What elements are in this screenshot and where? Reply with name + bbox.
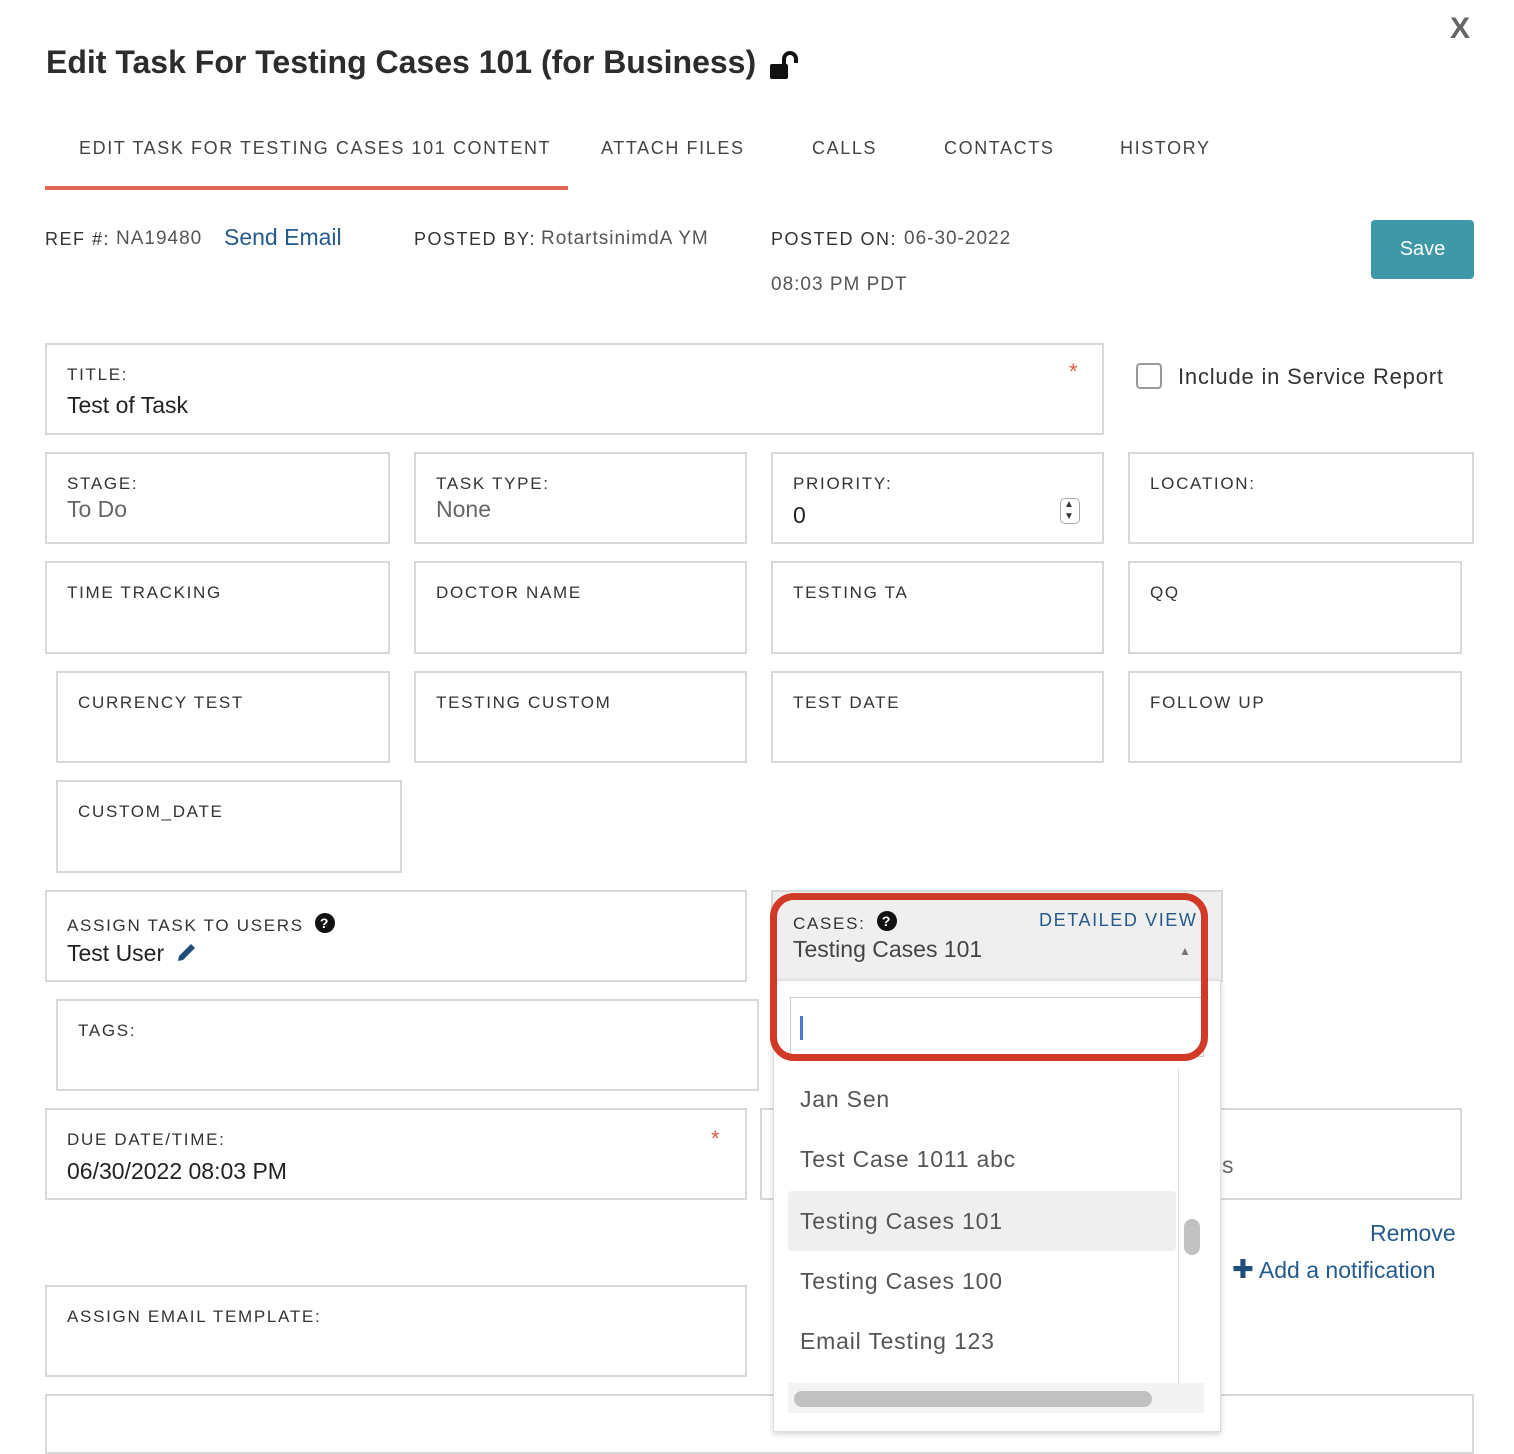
text-cursor [800, 1016, 803, 1040]
unlock-icon[interactable] [768, 50, 802, 82]
cases-dropdown: Jan Sen Test Case 1011 abc Testing Cases… [773, 980, 1221, 1432]
time-tracking-label: TIME TRACKING [67, 583, 222, 602]
tab-history[interactable]: HISTORY [1120, 138, 1211, 159]
testing-custom-field[interactable]: TESTING CUSTOM [414, 671, 747, 763]
plus-icon: ✚ [1232, 1254, 1254, 1284]
time-tracking-field[interactable]: TIME TRACKING [45, 561, 390, 654]
posted-on-label: POSTED ON: [771, 229, 898, 249]
case-option[interactable]: Email Testing 123 [788, 1311, 1176, 1371]
case-option[interactable]: Testing Cases 100 [788, 1251, 1176, 1311]
covered-field-text: s [1222, 1152, 1234, 1178]
posted-on-date: 06-30-2022 [904, 228, 1012, 249]
stepper-up-icon[interactable]: ▲ [1064, 500, 1074, 510]
doctor-name-field[interactable]: DOCTOR NAME [414, 561, 747, 654]
svg-text:?: ? [882, 913, 892, 929]
testing-ta-label: TESTING TA [793, 583, 909, 602]
follow-up-field[interactable]: FOLLOW UP [1128, 671, 1462, 763]
stage-label: STAGE: [67, 474, 139, 493]
save-button[interactable]: Save [1371, 220, 1474, 279]
location-field[interactable]: LOCATION: [1128, 452, 1474, 544]
dialog-title: Edit Task For Testing Cases 101 (for Bus… [46, 44, 757, 80]
tab-attach-files[interactable]: ATTACH FILES [601, 138, 745, 159]
cases-label-wrap: CASES: ? [793, 910, 898, 934]
qq-label: QQ [1150, 583, 1180, 602]
email-template-label: ASSIGN EMAIL TEMPLATE: [67, 1307, 322, 1326]
horizontal-scrollbar[interactable] [788, 1383, 1204, 1413]
svg-text:?: ? [320, 915, 330, 931]
remove-link[interactable]: Remove [1370, 1220, 1456, 1247]
horizontal-scrollbar-thumb[interactable] [794, 1391, 1152, 1407]
detailed-view-link[interactable]: DETAILED VIEW [1039, 910, 1198, 931]
currency-test-label: CURRENCY TEST [78, 693, 244, 712]
due-date-label: DUE DATE/TIME: [67, 1130, 226, 1149]
assign-users-field[interactable]: ASSIGN TASK TO USERS ? Test User [45, 890, 747, 982]
pencil-icon[interactable] [175, 940, 199, 964]
custom-date-field[interactable]: CUSTOM_DATE [56, 780, 402, 873]
custom-date-label: CUSTOM_DATE [78, 802, 224, 821]
title-label: TITLE: [67, 365, 129, 384]
testing-custom-label: TESTING CUSTOM [436, 693, 612, 712]
test-date-label: TEST DATE [793, 693, 901, 712]
required-mark: * [711, 1126, 720, 1151]
case-option[interactable]: Jan Sen [788, 1069, 1176, 1129]
cases-value[interactable]: Testing Cases 101 [793, 936, 982, 963]
ref-value: NA19480 [116, 228, 203, 249]
test-date-field[interactable]: TEST DATE [771, 671, 1104, 763]
task-type-field[interactable]: TASK TYPE: None [414, 452, 747, 544]
posted-by-label: POSTED BY: [414, 229, 537, 249]
add-notification-label[interactable]: Add a notification [1259, 1257, 1435, 1283]
caret-up-icon[interactable]: ▲ [1179, 944, 1191, 958]
cases-search-input[interactable] [790, 997, 1204, 1057]
testing-ta-field[interactable]: TESTING TA [771, 561, 1104, 654]
cases-field[interactable]: CASES: ? DETAILED VIEW Testing Cases 101… [771, 890, 1223, 982]
ref-label: REF #: [45, 229, 111, 249]
posted-by-value: RotartsinimdA YM [541, 228, 709, 249]
task-type-value[interactable]: None [436, 496, 491, 523]
posted-on-time: 08:03 PM PDT [771, 274, 908, 295]
active-tab-indicator [45, 186, 568, 190]
case-option-selected[interactable]: Testing Cases 101 [788, 1191, 1176, 1251]
include-report-label[interactable]: Include in Service Report [1178, 364, 1444, 390]
cases-option-list: Jan Sen Test Case 1011 abc Testing Cases… [788, 1069, 1179, 1383]
assign-users-label-wrap: ASSIGN TASK TO USERS ? [67, 912, 336, 936]
priority-stepper[interactable]: ▲ ▼ [1060, 498, 1080, 524]
title-value[interactable]: Test of Task [67, 392, 188, 419]
vertical-scrollbar-thumb[interactable] [1184, 1219, 1200, 1255]
tab-contacts[interactable]: CONTACTS [944, 138, 1054, 159]
follow-up-label: FOLLOW UP [1150, 693, 1266, 712]
help-icon[interactable]: ? [314, 912, 336, 934]
doctor-name-label: DOCTOR NAME [436, 583, 582, 602]
qq-field[interactable]: QQ [1128, 561, 1462, 654]
priority-label: PRIORITY: [793, 474, 893, 493]
tags-field[interactable]: TAGS: [56, 999, 759, 1091]
assign-users-label: ASSIGN TASK TO USERS [67, 916, 304, 935]
next-field[interactable] [45, 1394, 1474, 1454]
due-date-field[interactable]: DUE DATE/TIME: 06/30/2022 08:03 PM * [45, 1108, 747, 1200]
currency-test-field[interactable]: CURRENCY TEST [56, 671, 390, 763]
help-icon[interactable]: ? [876, 910, 898, 932]
assigned-user[interactable]: Test User [67, 940, 164, 966]
email-template-field[interactable]: ASSIGN EMAIL TEMPLATE: [45, 1285, 747, 1377]
priority-value[interactable]: 0 [793, 502, 806, 529]
tags-label: TAGS: [78, 1021, 137, 1040]
case-option[interactable]: Test Case 1011 abc [788, 1129, 1176, 1189]
tab-content[interactable]: EDIT TASK FOR TESTING CASES 101 CONTENT [79, 138, 551, 159]
location-label: LOCATION: [1150, 474, 1256, 493]
add-notification-link[interactable]: ✚ Add a notification [1232, 1254, 1435, 1285]
assign-users-value-wrap: Test User [67, 940, 199, 967]
task-type-label: TASK TYPE: [436, 474, 550, 493]
stepper-down-icon[interactable]: ▼ [1064, 512, 1074, 522]
stage-field[interactable]: STAGE: To Do [45, 452, 390, 544]
due-date-value[interactable]: 06/30/2022 08:03 PM [67, 1158, 287, 1185]
title-field[interactable]: TITLE: Test of Task * [45, 343, 1104, 435]
cases-label: CASES: [793, 914, 866, 933]
stage-value[interactable]: To Do [67, 496, 127, 523]
close-button[interactable]: X [1450, 12, 1470, 46]
tab-calls[interactable]: CALLS [812, 138, 877, 159]
include-report-checkbox[interactable] [1136, 363, 1162, 389]
priority-field[interactable]: PRIORITY: 0 ▲ ▼ [771, 452, 1104, 544]
required-mark: * [1069, 359, 1078, 384]
send-email-link[interactable]: Send Email [224, 224, 342, 251]
